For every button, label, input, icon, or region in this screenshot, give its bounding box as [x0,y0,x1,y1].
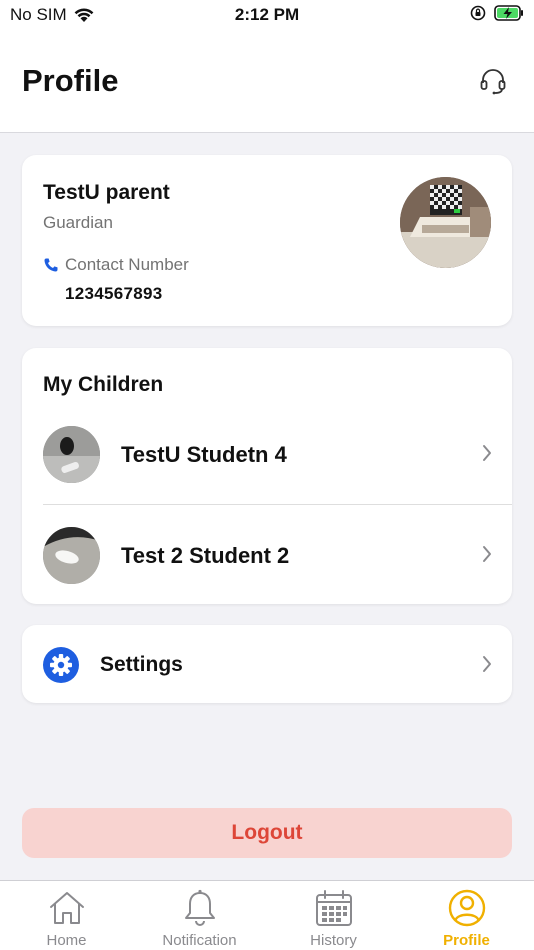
tab-profile[interactable]: Profile [400,881,533,950]
battery-charging-icon [494,5,523,21]
contact-label-row: Contact Number [43,255,189,275]
gear-icon [43,647,79,683]
status-bar: No SIM 2:12 PM [0,0,534,30]
profile-photo [400,177,491,268]
contact-label: Contact Number [65,255,189,274]
tab-notification-label: Notification [162,932,237,949]
tab-bar: Home Notification History Profile [0,880,534,950]
chevron-right-icon [483,445,491,461]
profile-role: Guardian [43,213,113,232]
profile-card: TestU parent Guardian Contact Number 123… [22,155,512,326]
tab-home-label: Home [46,932,87,949]
chevron-right-icon [483,546,491,562]
status-right [470,5,524,21]
tab-notification[interactable]: Notification [133,881,266,950]
child-avatar [43,426,100,483]
page-title: Profile [22,63,119,98]
bell-icon [185,889,215,926]
user-circle-icon [448,889,486,927]
child-row[interactable]: Test 2 Student 2 [43,504,512,604]
child-avatar [43,527,100,584]
calendar-icon [316,890,352,926]
tab-history-label: History [310,932,357,949]
phone-icon [44,258,58,272]
children-card: My Children TestU Studetn 4 Test 2 Stude… [22,348,512,604]
app-header: Profile [0,30,534,133]
child-name: Test 2 Student 2 [121,543,290,568]
tab-home[interactable]: Home [0,881,133,950]
children-section-title: My Children [43,373,164,396]
headset-icon[interactable] [478,66,508,96]
chevron-right-icon [483,656,491,672]
orientation-lock-icon [470,5,486,21]
child-row[interactable]: TestU Studetn 4 [22,404,512,504]
tab-profile-label: Profile [443,932,490,949]
settings-row[interactable]: Settings [22,625,512,703]
child-name: TestU Studetn 4 [121,442,287,467]
logout-button[interactable]: Logout [22,808,512,858]
contact-number: 1234567893 [65,284,163,303]
profile-avatar[interactable] [400,177,491,268]
settings-label: Settings [100,653,183,676]
profile-name: TestU parent [43,181,170,204]
tab-history[interactable]: History [267,881,400,950]
status-time: 2:12 PM [234,5,300,24]
home-icon [50,892,84,924]
